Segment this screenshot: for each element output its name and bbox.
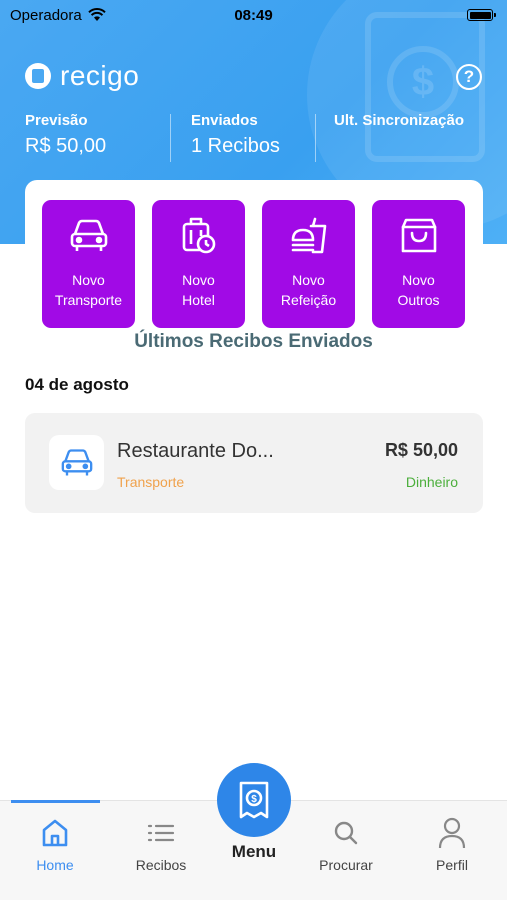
new-other-button[interactable]: Novo Outros	[372, 200, 465, 328]
luggage-clock-icon	[152, 214, 245, 258]
stat-previsao: Previsão R$ 50,00	[25, 112, 106, 158]
category-line2: Outros	[397, 292, 440, 308]
new-receipt-card: Novo Transporte Novo Hotel Novo Refeição	[25, 180, 483, 340]
new-meal-button[interactable]: Novo Refeição	[262, 200, 355, 328]
category-line1: Novo	[292, 272, 325, 288]
stat-sincronizacao: Ult. Sincronização	[334, 112, 464, 135]
battery-icon	[467, 9, 496, 21]
menu-button[interactable]: $	[217, 763, 291, 837]
menu-label[interactable]: Menu	[217, 842, 291, 862]
dollar-watermark-icon: $	[387, 46, 459, 118]
stat-enviados: Enviados 1 Recibos	[191, 112, 280, 158]
app-name: recigo	[60, 60, 140, 91]
tab-label: Home	[36, 857, 74, 873]
tab-recibos[interactable]: Recibos	[116, 817, 206, 873]
bag-icon	[372, 214, 465, 258]
category-line2: Transporte	[54, 292, 123, 308]
stat-label: Previsão	[25, 112, 88, 129]
category-line1: Novo	[402, 272, 435, 288]
stat-value: R$ 50,00	[25, 135, 107, 157]
category-line2: Hotel	[182, 292, 215, 308]
svg-text:$: $	[251, 794, 257, 805]
receipt-value: R$ 50,00	[384, 440, 458, 460]
tab-perfil[interactable]: Perfil	[407, 817, 497, 873]
help-icon[interactable]: ?	[456, 64, 482, 90]
tab-home[interactable]: Home	[10, 817, 100, 873]
list-icon	[116, 817, 206, 849]
new-hotel-button[interactable]: Novo Hotel	[152, 200, 245, 328]
stat-value: 1 Recibos	[191, 135, 280, 157]
user-icon	[407, 817, 497, 849]
divider	[170, 114, 171, 162]
status-bar: Operadora 08:49	[0, 0, 507, 30]
category-line1: Novo	[182, 272, 215, 288]
tab-label: Perfil	[436, 857, 468, 873]
status-time: 08:49	[234, 6, 273, 24]
stats-bar: Previsão R$ 50,00 Enviados 1 Recibos Ult…	[0, 112, 507, 164]
car-icon	[49, 435, 104, 490]
date-group-label: 04 de agosto	[25, 375, 129, 394]
tab-label: Recibos	[135, 857, 187, 873]
active-tab-indicator	[11, 800, 100, 803]
app-logo: recigo	[25, 60, 139, 92]
new-transport-button[interactable]: Novo Transporte	[42, 200, 135, 328]
category-line2: Refeição	[280, 292, 337, 308]
receipt-payment-method: Dinheiro	[405, 474, 458, 490]
stat-label: Ult. Sincronização	[334, 112, 465, 129]
logo-mark-icon	[25, 63, 51, 89]
tab-procurar[interactable]: Procurar	[301, 817, 391, 873]
car-icon	[42, 214, 135, 258]
receipt-name: Restaurante Do...	[117, 440, 274, 462]
receipt-list-item[interactable]: Restaurante Do... Transporte R$ 50,00 Di…	[25, 413, 483, 513]
stat-label: Enviados	[191, 112, 258, 129]
receipt-category: Transporte	[117, 474, 185, 490]
section-title: Últimos Recibos Enviados	[134, 331, 373, 352]
receipt-dollar-icon: $	[239, 781, 269, 819]
carrier-name: Operadora	[10, 6, 82, 24]
wifi-icon	[88, 8, 106, 21]
home-icon	[10, 817, 100, 849]
tab-label: Procurar	[319, 857, 373, 873]
category-line1: Novo	[72, 272, 105, 288]
divider	[315, 114, 316, 162]
search-icon	[301, 817, 391, 849]
fastfood-icon	[262, 214, 355, 258]
